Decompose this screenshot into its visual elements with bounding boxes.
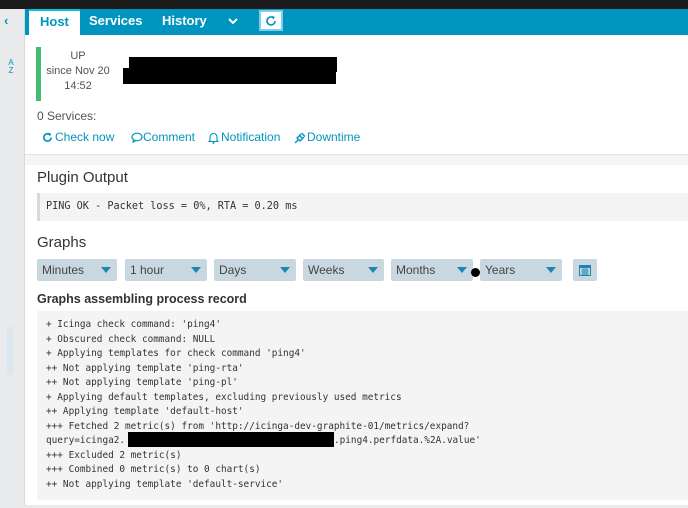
- section-gap: [25, 155, 688, 165]
- log-line: ++ Not applying template 'ping-pl': [46, 377, 238, 388]
- plugin-output-text: PING OK - Packet loss = 0%, RTA = 0.20 m…: [46, 201, 298, 212]
- plugin-output-box: PING OK - Packet loss = 0%, RTA = 0.20 m…: [37, 193, 688, 221]
- tab-host[interactable]: Host: [29, 9, 80, 35]
- window-top-strip: [0, 0, 688, 9]
- plug-icon: [294, 132, 306, 144]
- log-line: +++ Excluded 2 metric(s): [46, 449, 182, 461]
- chevron-left-icon[interactable]: ‹: [4, 13, 8, 28]
- services-count: 0 Services:: [37, 109, 97, 123]
- tab-services[interactable]: Services: [89, 9, 143, 35]
- bell-icon: [208, 132, 219, 144]
- weeks-select-label: Weeks: [308, 263, 345, 277]
- hour-select[interactable]: 1 hour: [125, 259, 207, 281]
- log-line: ++ Applying template 'default-host': [46, 406, 244, 417]
- chevron-down-icon: [191, 267, 201, 273]
- redacted-host-address: [123, 68, 336, 84]
- comment-icon: [131, 132, 143, 143]
- log-line: + Applying default templates, excluding …: [46, 391, 402, 403]
- plugin-output-heading: Plugin Output: [37, 169, 128, 186]
- cursor-dot: [471, 268, 480, 277]
- minutes-select-label: Minutes: [42, 263, 85, 277]
- host-state: UP since Nov 20 14:52: [43, 49, 113, 94]
- years-select-label: Years: [485, 263, 516, 277]
- months-select-label: Months: [396, 263, 436, 277]
- refresh-icon: [266, 15, 276, 26]
- weeks-select[interactable]: Weeks: [303, 259, 384, 281]
- tab-history[interactable]: History: [162, 9, 207, 35]
- assembly-record-log: + Icinga check command: 'ping4' + Obscur…: [37, 311, 688, 500]
- chevron-down-icon: [280, 267, 290, 273]
- chevron-down-icon: [101, 267, 111, 273]
- calendar-icon: [579, 265, 591, 276]
- chevron-down-icon: [457, 267, 467, 273]
- log-line: +++ Fetched 2 metric(s) from 'http://ici…: [46, 420, 470, 432]
- days-select[interactable]: Days: [214, 259, 296, 281]
- scroll-edge[interactable]: [7, 327, 13, 375]
- left-sidebar-strip: ‹ AZ: [0, 9, 25, 508]
- calendar-button[interactable]: [573, 259, 597, 281]
- log-line: + Obscured check command: NULL: [46, 333, 216, 345]
- log-line: ++ Not applying template 'ping-rta': [46, 362, 244, 374]
- chevron-down-icon: [228, 18, 238, 25]
- host-state-since: since Nov 20: [46, 65, 110, 77]
- days-select-label: Days: [219, 263, 247, 277]
- log-line: ++ Not applying template 'default-servic…: [46, 478, 284, 490]
- tab-bar: Host Services History: [25, 9, 688, 35]
- log-line: + Icinga check command: 'ping4': [46, 319, 221, 330]
- chevron-down-icon: [368, 267, 378, 273]
- graphs-heading: Graphs: [37, 234, 87, 251]
- redacted-metric-path: [128, 432, 334, 447]
- notification-label: Notification: [221, 130, 281, 144]
- downtime-label: Downtime: [307, 130, 361, 144]
- hour-select-label: 1 hour: [130, 263, 165, 277]
- comment-label: Comment: [143, 130, 196, 144]
- months-select[interactable]: Months: [391, 259, 473, 281]
- refresh-button[interactable]: [259, 10, 283, 31]
- check-now-label: Check now: [55, 130, 115, 144]
- chevron-down-icon: [546, 267, 556, 273]
- log-line: query=icinga2.: [46, 435, 126, 446]
- assembly-record-heading: Graphs assembling process record: [37, 292, 247, 306]
- log-line: + Applying templates for check command '…: [46, 348, 306, 359]
- refresh-icon: [43, 132, 52, 142]
- host-detail-panel: UP since Nov 20 14:52 0 Services: Check …: [25, 35, 688, 508]
- host-state-bar: [36, 47, 41, 101]
- log-line: +++ Combined 0 metric(s) to 0 chart(s): [46, 464, 261, 475]
- sort-az-icon[interactable]: AZ: [7, 59, 15, 75]
- host-state-time: 14:52: [64, 80, 92, 92]
- log-line: .ping4.perfdata.%2A.value': [334, 435, 481, 446]
- host-state-label: UP: [70, 50, 86, 62]
- years-select[interactable]: Years: [480, 259, 562, 281]
- minutes-select[interactable]: Minutes: [37, 259, 117, 281]
